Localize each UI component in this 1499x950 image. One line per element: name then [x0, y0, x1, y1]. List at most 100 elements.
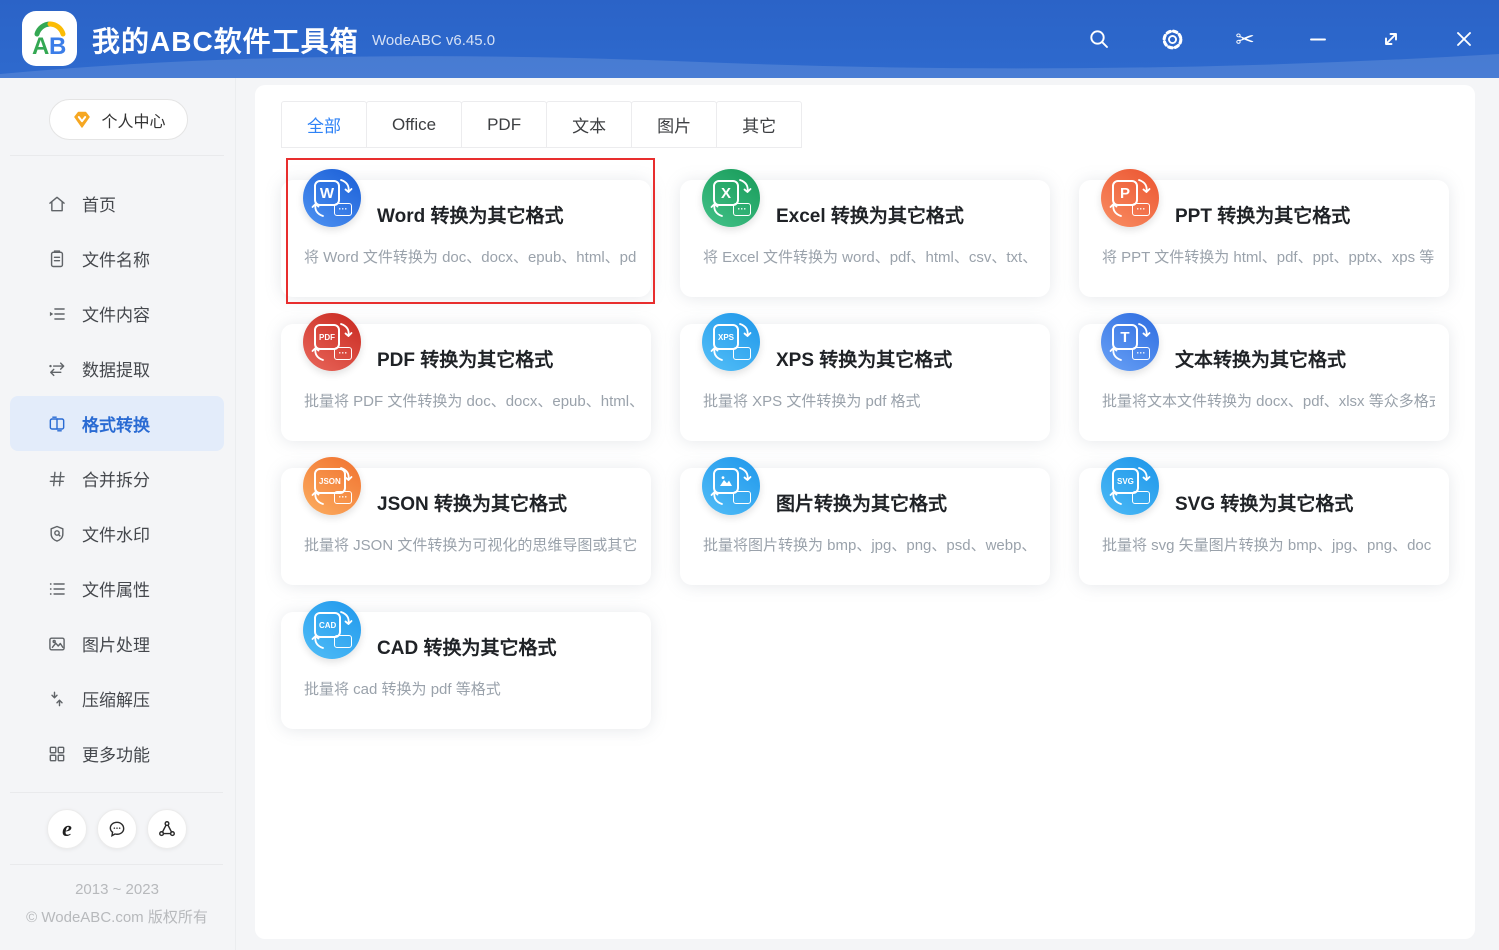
personal-center-label: 个人中心	[101, 108, 165, 132]
convert-arrows-icon	[702, 169, 760, 227]
convert-arrows-icon	[702, 457, 760, 515]
card-title: Word 转换为其它格式	[377, 201, 563, 228]
card-title: 图片转换为其它格式	[776, 489, 947, 516]
tool-card-json-convert[interactable]: JSON JSON 转换为其它格式 批量将 JSON 文件转换为可视化的思维导图…	[281, 468, 651, 585]
tool-card-xps-convert[interactable]: XPS XPS 转换为其它格式 批量将 XPS 文件转换为 pdf 格式	[680, 324, 1050, 441]
format-convert-icon	[47, 414, 67, 434]
sidebar-item-compress[interactable]: 压缩解压	[10, 671, 224, 726]
gem-icon	[71, 110, 93, 129]
convert-target-icon	[334, 203, 352, 216]
card-title: PDF 转换为其它格式	[377, 345, 553, 372]
sidebar-divider	[10, 155, 224, 156]
sidebar-divider	[10, 792, 223, 793]
card-description: 批量将 svg 矢量图片转换为 bmp、jpg、png、doc	[1102, 534, 1435, 555]
sidebar-item-more-features[interactable]: 更多功能	[10, 726, 224, 781]
svg-convert-icon: SVG	[1101, 457, 1159, 515]
tool-card-excel-convert[interactable]: X Excel 转换为其它格式 将 Excel 文件转换为 word、pdf、h…	[680, 180, 1050, 297]
text-convert-icon: T	[1101, 313, 1159, 371]
sidebar-item-file-watermark[interactable]: 文件水印	[10, 506, 224, 561]
json-convert-icon: JSON	[303, 457, 361, 515]
card-description: 批量将图片转换为 bmp、jpg、png、psd、webp、	[703, 534, 1036, 555]
titlebar: A B 我的ABC软件工具箱 WodeABC v6.45.0 ✂	[0, 0, 1499, 78]
tab-office[interactable]: Office	[366, 101, 462, 148]
sidebar-item-file-content[interactable]: 文件内容	[10, 286, 224, 341]
maximize-button[interactable]	[1378, 26, 1404, 52]
card-description: 批量将 cad 转换为 pdf 等格式	[304, 678, 637, 699]
sidebar-item-label: 数据提取	[82, 356, 150, 381]
convert-arrows-icon	[1101, 457, 1159, 515]
gear-icon	[1160, 27, 1185, 52]
sidebar-item-file-name[interactable]: 文件名称	[10, 231, 224, 286]
card-description: 将 PPT 文件转换为 html、pdf、ppt、pptx、xps 等	[1102, 246, 1435, 267]
settings-button[interactable]	[1159, 26, 1185, 52]
personal-center-button[interactable]: 个人中心	[49, 99, 188, 140]
watermark-shield-icon	[47, 524, 67, 544]
convert-arrows-icon	[303, 457, 361, 515]
sidebar: 个人中心 首页 文件名称 文件内容 数据提取 格式转换 合并拆分 文	[0, 78, 236, 950]
convert-arrows-icon	[1101, 313, 1159, 371]
scissors-icon: ✂	[1235, 28, 1254, 51]
sidebar-item-label: 格式转换	[82, 411, 150, 436]
tool-card-text-convert[interactable]: T 文本转换为其它格式 批量将文本文件转换为 docx、pdf、xlsx 等众多…	[1079, 324, 1449, 441]
tool-card-ppt-convert[interactable]: P PPT 转换为其它格式 将 PPT 文件转换为 html、pdf、ppt、p…	[1079, 180, 1449, 297]
feedback-chat-button[interactable]	[97, 809, 137, 849]
sidebar-item-format-convert[interactable]: 格式转换	[10, 396, 224, 451]
screenshot-button[interactable]: ✂	[1232, 26, 1258, 52]
convert-arrows-icon	[303, 169, 361, 227]
website-link-button[interactable]: e	[47, 809, 87, 849]
sidebar-item-label: 文件内容	[82, 301, 150, 326]
tab-all[interactable]: 全部	[281, 101, 367, 148]
merge-split-icon	[47, 469, 67, 489]
compress-icon	[47, 689, 67, 709]
sidebar-item-home[interactable]: 首页	[10, 176, 224, 231]
titlebar-actions: ✂	[1086, 0, 1477, 78]
home-icon	[47, 194, 67, 214]
app-title: 我的ABC软件工具箱	[92, 20, 359, 60]
sidebar-item-label: 文件水印	[82, 521, 150, 546]
main-content: 全部 Office PDF 文本 图片 其它 W Word 转换为其它格式 将 …	[237, 78, 1499, 950]
main-panel: 全部 Office PDF 文本 图片 其它 W Word 转换为其它格式 将 …	[255, 85, 1475, 939]
tool-card-image-convert[interactable]: 图片转换为其它格式 批量将图片转换为 bmp、jpg、png、psd、webp、	[680, 468, 1050, 585]
card-title: XPS 转换为其它格式	[776, 345, 952, 372]
tab-other[interactable]: 其它	[716, 101, 802, 148]
tab-pdf[interactable]: PDF	[461, 101, 547, 148]
sidebar-item-merge-split[interactable]: 合并拆分	[10, 451, 224, 506]
share-nodes-icon	[157, 819, 177, 839]
file-name-icon	[47, 249, 67, 269]
close-icon	[1452, 27, 1476, 51]
data-extract-icon	[47, 359, 67, 379]
tool-card-pdf-convert[interactable]: PDF PDF 转换为其它格式 批量将 PDF 文件转换为 doc、docx、e…	[281, 324, 651, 441]
convert-arrows-icon	[303, 313, 361, 371]
convert-arrows-icon	[1101, 169, 1159, 227]
tool-card-word-convert[interactable]: W Word 转换为其它格式 将 Word 文件转换为 doc、docx、epu…	[281, 180, 651, 297]
svg-text:A: A	[32, 33, 49, 60]
file-content-icon	[47, 304, 67, 324]
sidebar-item-image-process[interactable]: 图片处理	[10, 616, 224, 671]
xps-convert-icon: XPS	[702, 313, 760, 371]
close-button[interactable]	[1451, 26, 1477, 52]
tab-text[interactable]: 文本	[546, 101, 632, 148]
card-description: 将 Excel 文件转换为 word、pdf、html、csv、txt、s	[703, 246, 1036, 267]
more-grid-icon	[47, 744, 67, 764]
tool-card-svg-convert[interactable]: SVG SVG 转换为其它格式 批量将 svg 矢量图片转换为 bmp、jpg、…	[1079, 468, 1449, 585]
convert-target-icon	[334, 491, 352, 504]
minimize-button[interactable]	[1305, 26, 1331, 52]
sidebar-item-label: 文件属性	[82, 576, 150, 601]
convert-target-icon	[733, 491, 751, 504]
pdf-convert-icon: PDF	[303, 313, 361, 371]
sidebar-item-file-attributes[interactable]: 文件属性	[10, 561, 224, 616]
card-description: 批量将 XPS 文件转换为 pdf 格式	[703, 390, 1036, 411]
card-description: 批量将 JSON 文件转换为可视化的思维导图或其它格	[304, 534, 637, 555]
ie-browser-icon: e	[62, 818, 72, 840]
tool-card-cad-convert[interactable]: CAD CAD 转换为其它格式 批量将 cad 转换为 pdf 等格式	[281, 612, 651, 729]
abc-logo-icon: A B	[29, 18, 71, 60]
card-title: 文本转换为其它格式	[1175, 345, 1346, 372]
search-button[interactable]	[1086, 26, 1112, 52]
sidebar-item-data-extract[interactable]: 数据提取	[10, 341, 224, 396]
card-title: PPT 转换为其它格式	[1175, 201, 1350, 228]
tab-image[interactable]: 图片	[631, 101, 717, 148]
app-logo: A B	[22, 11, 77, 66]
image-convert-icon	[702, 457, 760, 515]
share-button[interactable]	[147, 809, 187, 849]
convert-target-icon	[1132, 203, 1150, 216]
